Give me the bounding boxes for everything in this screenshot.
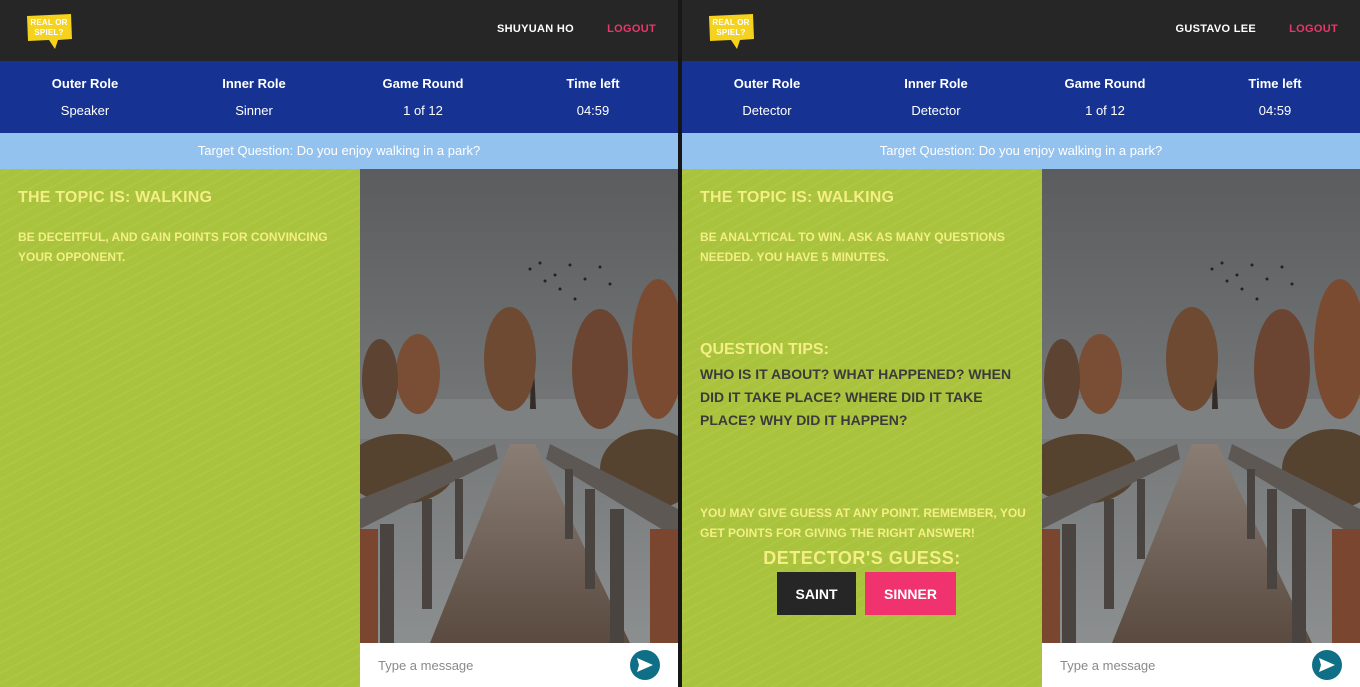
time-left-value: 04:59 xyxy=(1258,103,1292,118)
game-round-value: 1 of 12 xyxy=(1085,103,1125,118)
saint-button[interactable]: SAINT xyxy=(777,572,856,615)
role-instructions: BE DECEITFUL, AND GAIN POINTS FOR CONVIN… xyxy=(18,230,328,264)
target-question: Target Question: Do you enjoy walking in… xyxy=(0,133,678,169)
sinner-button[interactable]: SINNER xyxy=(865,572,956,615)
instructions-panel: THE TOPIC IS: WALKING BE ANALYTICAL TO W… xyxy=(682,169,1042,687)
park-path-photo xyxy=(1042,169,1360,643)
time-left-heading: Time left xyxy=(566,76,620,91)
message-input[interactable] xyxy=(372,653,622,677)
topic-heading: THE TOPIC IS: WALKING xyxy=(700,189,895,206)
inner-role-heading: Inner Role xyxy=(904,76,968,91)
time-left-heading: Time left xyxy=(1248,76,1302,91)
detector-guess-heading: DETECTOR'S GUESS: xyxy=(763,548,961,568)
outer-role: Outer Role Detector xyxy=(682,61,852,133)
username: GUSTAVO LEE xyxy=(1175,23,1256,35)
send-arrow-icon xyxy=(637,658,653,672)
park-path-photo xyxy=(360,169,678,643)
outer-role-heading: Outer Role xyxy=(733,76,801,91)
logout-link[interactable]: LOGOUT xyxy=(607,23,656,35)
send-button[interactable] xyxy=(630,650,660,680)
detector-view: REAL OR SPIEL? GUSTAVO LEE LOGOUT Outer R… xyxy=(682,0,1360,687)
outer-role-value: Detector xyxy=(742,103,792,118)
time-left: Time left 04:59 xyxy=(508,61,678,133)
topic-heading: THE TOPIC IS: WALKING xyxy=(18,189,213,206)
speaker-view: REAL OR SPIEL? SHUYUAN HO LOGOUT Outer Ro… xyxy=(0,0,678,687)
app-screen: REAL OR SPIEL? SHUYUAN HO LOGOUT Outer Ro… xyxy=(0,0,1360,687)
game-round: Game Round 1 of 12 xyxy=(338,61,508,133)
logo-text: REAL OR SPIEL? xyxy=(30,18,68,37)
chat-bar xyxy=(1042,643,1360,687)
real-or-spiel-logo[interactable]: REAL OR SPIEL? xyxy=(25,13,73,49)
top-bar: REAL OR SPIEL? GUSTAVO LEE LOGOUT xyxy=(682,0,1360,61)
guess-reminder: YOU MAY GIVE GUESS AT ANY POINT. REMEMBE… xyxy=(700,506,1026,540)
time-left-value: 04:59 xyxy=(576,103,610,118)
game-round: Game Round 1 of 12 xyxy=(1020,61,1190,133)
send-arrow-icon xyxy=(1319,658,1335,672)
message-input[interactable] xyxy=(1054,653,1304,677)
inner-role-heading: Inner Role xyxy=(222,76,286,91)
top-bar: REAL OR SPIEL? SHUYUAN HO LOGOUT xyxy=(0,0,678,61)
inner-role-value: Sinner xyxy=(235,103,273,118)
logo-text: REAL OR SPIEL? xyxy=(712,18,750,37)
game-info-bar: Outer Role Detector Inner Role Detector … xyxy=(682,61,1360,133)
outer-role-value: Speaker xyxy=(60,103,110,118)
inner-role: Inner Role Sinner xyxy=(169,61,339,133)
inner-role-value: Detector xyxy=(911,103,961,118)
outer-role-heading: Outer Role xyxy=(51,76,119,91)
game-round-heading: Game Round xyxy=(382,76,464,91)
outer-role: Outer Role Speaker xyxy=(0,61,170,133)
game-round-value: 1 of 12 xyxy=(403,103,443,118)
logout-link[interactable]: LOGOUT xyxy=(1289,23,1338,35)
inner-role: Inner Role Detector xyxy=(851,61,1021,133)
chat-bar xyxy=(360,643,678,687)
target-question: Target Question: Do you enjoy walking in… xyxy=(682,133,1360,169)
send-button[interactable] xyxy=(1312,650,1342,680)
game-round-heading: Game Round xyxy=(1064,76,1146,91)
instructions-panel: THE TOPIC IS: WALKING BE DECEITFUL, AND … xyxy=(0,169,360,687)
username: SHUYUAN HO xyxy=(497,23,574,35)
question-tips: WHO IS IT ABOUT? WHAT HAPPENED? WHEN DID… xyxy=(700,366,1012,428)
game-info-bar: Outer Role Speaker Inner Role Sinner Gam… xyxy=(0,61,678,133)
role-instructions: BE ANALYTICAL TO WIN. ASK AS MANY QUESTI… xyxy=(700,230,1005,264)
question-tips-heading: QUESTION TIPS: xyxy=(700,341,829,358)
time-left: Time left 04:59 xyxy=(1190,61,1360,133)
real-or-spiel-logo[interactable]: REAL OR SPIEL? xyxy=(707,13,755,49)
